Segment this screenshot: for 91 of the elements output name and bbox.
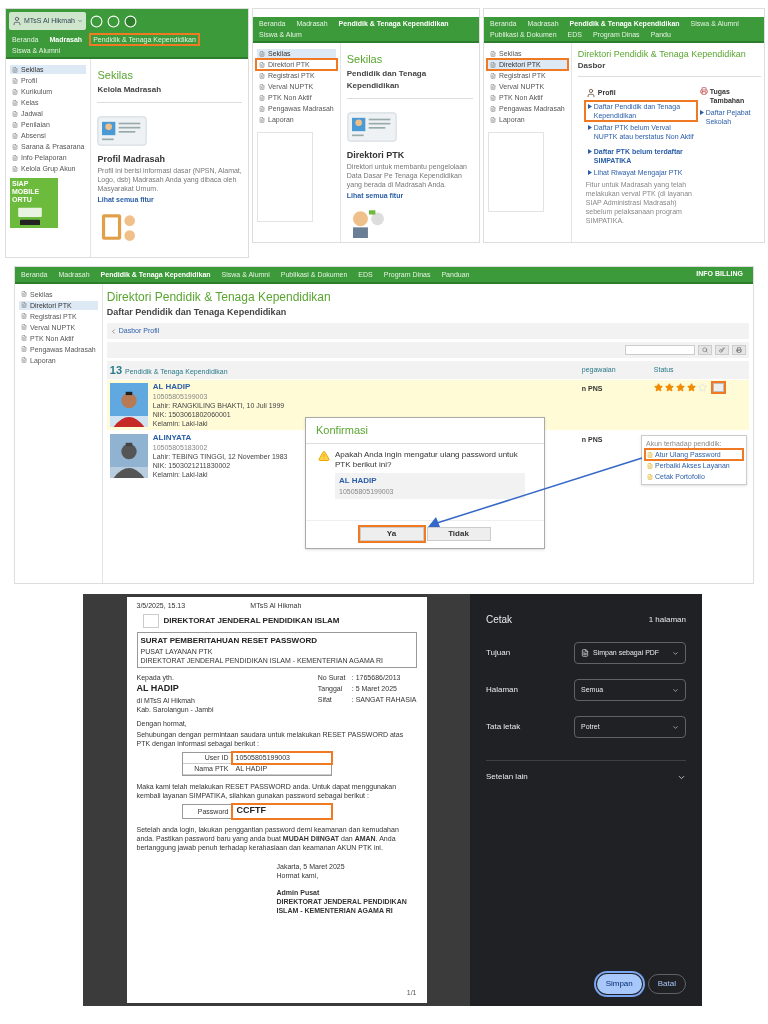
document-icon <box>12 99 18 106</box>
document-icon <box>259 105 265 112</box>
back-icon <box>109 327 117 335</box>
document-icon <box>647 473 653 480</box>
page-title: Sekilas <box>97 68 134 83</box>
document-icon <box>21 302 27 308</box>
setting-label: Tujuan <box>486 647 511 659</box>
triangle-icon <box>587 170 592 175</box>
document-icon <box>259 94 265 101</box>
star-icon <box>686 383 696 392</box>
card-title: Profil Madrasah <box>97 152 166 166</box>
document-icon <box>12 66 18 73</box>
document-icon <box>490 94 496 101</box>
document-icon <box>490 116 496 123</box>
warning-icon <box>318 449 330 462</box>
document-icon <box>490 72 496 79</box>
person-name[interactable]: AL HADIP <box>152 382 191 392</box>
document-icon <box>12 121 18 128</box>
person-name[interactable]: ALINYATA <box>152 433 192 443</box>
triangle-icon <box>699 110 704 115</box>
document-icon <box>490 50 496 57</box>
document-icon <box>12 154 18 161</box>
page-title: Direktori Pendidik & Tenaga Kependidikan <box>106 288 332 306</box>
document-icon <box>12 110 18 117</box>
circle-icon[interactable] <box>106 14 120 28</box>
search-field[interactable] <box>625 345 695 355</box>
caret-icon <box>76 18 83 24</box>
document-icon <box>490 83 496 90</box>
caret-icon <box>672 723 679 731</box>
caret-icon <box>672 686 679 694</box>
circle-icon[interactable] <box>89 14 103 28</box>
page-title: Direktori Pendidik & Tenaga Kependidikan <box>577 49 747 60</box>
document-icon <box>12 77 18 84</box>
page-subtitle: Pendidik dan Tenaga Kependidikan <box>346 67 473 99</box>
recipient-name: AL HADIP <box>136 682 180 695</box>
document-icon <box>490 61 496 68</box>
panel-title: Cetak <box>486 613 513 627</box>
document-icon <box>259 83 265 90</box>
page-count: 1 halaman <box>648 613 686 626</box>
page-subtitle: Daftar Pendidik dan Tenaga Kependidikan <box>106 305 288 319</box>
setting-label: Halaman <box>486 684 518 696</box>
document-icon <box>259 72 265 79</box>
document-icon <box>581 649 589 657</box>
profile-card-icon <box>346 110 397 143</box>
circle-icon[interactable] <box>123 14 137 28</box>
dialog-message: Apakah Anda ingin mengatur ulang password untuk PTK berikut ini? <box>335 449 519 470</box>
document-icon <box>647 451 653 458</box>
dialog-title: Konfirmasi <box>306 418 544 444</box>
triangle-icon <box>587 104 592 109</box>
letter-title: SURAT PEMBERITAHUAN RESET PASSWORD <box>140 635 318 647</box>
document-icon <box>12 132 18 139</box>
page-title: Sekilas <box>346 52 384 67</box>
dialog-button[interactable]: Tidak <box>426 527 491 541</box>
user-icon <box>12 16 22 26</box>
document-icon <box>490 105 496 112</box>
page-subtitle: Dasbor <box>577 60 761 77</box>
document-icon <box>12 165 18 172</box>
document-icon <box>21 324 27 330</box>
document-icon <box>259 116 265 123</box>
document-icon <box>21 291 27 297</box>
star-icon <box>675 383 685 392</box>
star-icon <box>697 383 707 392</box>
document-icon <box>647 462 653 469</box>
document-icon <box>21 346 27 352</box>
person-icon <box>585 87 596 99</box>
triangle-icon <box>587 149 592 154</box>
dialog-button[interactable]: Ya <box>359 527 424 541</box>
logo-placeholder <box>142 614 159 628</box>
document-icon <box>21 313 27 319</box>
page-subtitle: Kelola Madrasah <box>97 83 242 103</box>
menu-button[interactable] <box>712 383 724 392</box>
setting-label: Tata letak <box>486 721 521 733</box>
star-icon <box>653 383 663 392</box>
triangle-icon <box>587 125 592 130</box>
password-value: CCFTF <box>232 804 331 818</box>
print-icon[interactable] <box>732 345 746 355</box>
document-icon <box>12 88 18 95</box>
card-title: Direktori PTK <box>346 148 406 162</box>
more-settings[interactable]: Setelan lain <box>486 760 686 783</box>
document-icon <box>259 61 265 68</box>
caret-icon <box>672 649 679 657</box>
document-icon <box>12 143 18 150</box>
document-icon <box>21 335 27 341</box>
document-icon <box>259 50 265 57</box>
profile-card-icon <box>97 114 148 147</box>
star-icon <box>664 383 674 392</box>
count: 13 <box>109 362 122 378</box>
dialog-button[interactable]: Simpan <box>596 974 642 994</box>
document-icon <box>21 357 27 363</box>
org-name: DIREKTORAT JENDERAL PENDIDIKAN ISLAM <box>163 615 340 627</box>
search-icon[interactable] <box>698 345 712 355</box>
